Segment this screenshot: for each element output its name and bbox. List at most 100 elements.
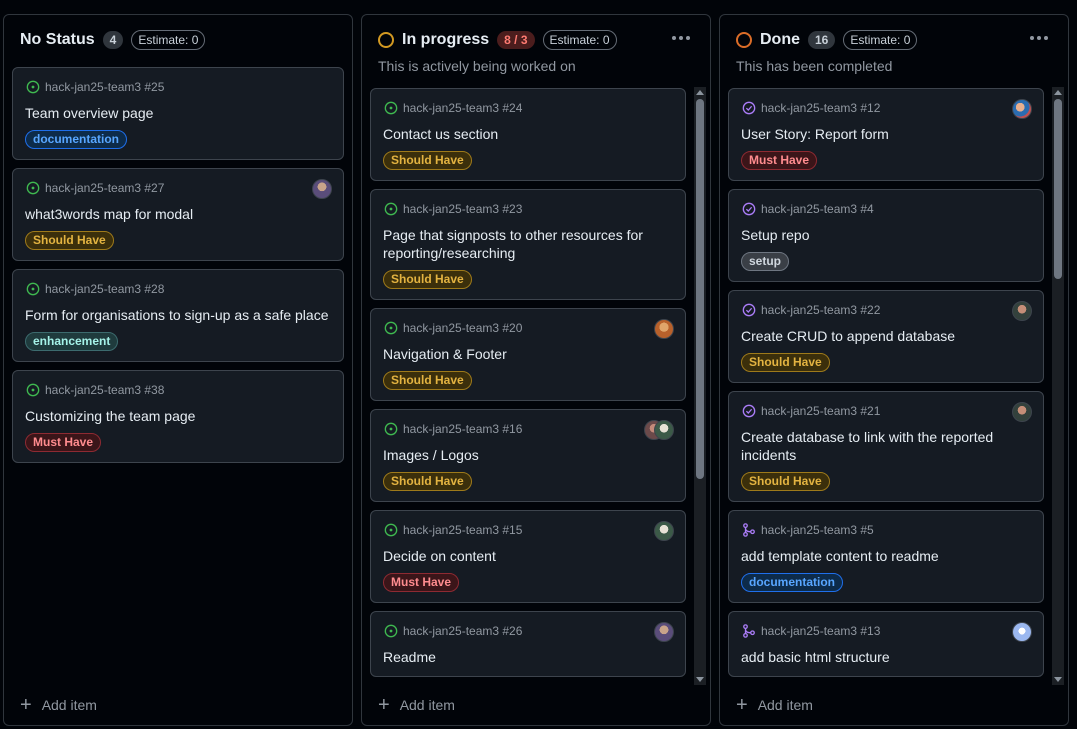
issue-title[interactable]: what3words map for modal (25, 205, 331, 223)
issue-reference[interactable]: hack-jan25-team3 #38 (45, 383, 164, 397)
column-menu-button[interactable] (668, 27, 694, 49)
open-issue-icon (383, 623, 399, 639)
assignee-avatars[interactable] (644, 420, 674, 440)
label-should-have[interactable]: Should Have (741, 472, 830, 491)
issue-title[interactable]: Decide on content (383, 547, 673, 565)
issue-reference[interactable]: hack-jan25-team3 #28 (45, 282, 164, 296)
merged-pull-request-icon (741, 623, 757, 639)
label-should-have[interactable]: Should Have (383, 472, 472, 491)
issue-card[interactable]: hack-jan25-team3 #23 Page that signposts… (370, 189, 686, 300)
issue-title[interactable]: Create database to link with the reporte… (741, 428, 1031, 464)
issue-reference[interactable]: hack-jan25-team3 #25 (45, 80, 164, 94)
open-issue-icon (383, 201, 399, 217)
column-scrollbar[interactable] (694, 87, 706, 685)
issue-card[interactable]: hack-jan25-team3 #20 Navigation & Footer… (370, 308, 686, 401)
issue-card[interactable]: hack-jan25-team3 #38 Customizing the tea… (12, 370, 344, 463)
add-item-button[interactable]: + Add item (736, 695, 813, 715)
item-count-badge: 8 / 3 (497, 31, 535, 49)
column-title: In progress (402, 31, 490, 48)
issue-title[interactable]: Customizing the team page (25, 407, 331, 425)
issue-card[interactable]: hack-jan25-team3 #24 Contact us section … (370, 88, 686, 181)
issue-reference[interactable]: hack-jan25-team3 #5 (761, 523, 874, 537)
issue-reference[interactable]: hack-jan25-team3 #4 (761, 202, 874, 216)
issue-card[interactable]: hack-jan25-team3 #25 Team overview page … (12, 67, 344, 160)
issue-card[interactable]: hack-jan25-team3 #26 Readme (370, 611, 686, 677)
closed-issue-icon (741, 403, 757, 419)
issue-card[interactable]: hack-jan25-team3 #15 Decide on content M… (370, 510, 686, 603)
scroll-thumb[interactable] (696, 99, 704, 479)
issue-title[interactable]: User Story: Report form (741, 125, 1031, 143)
issue-card[interactable]: hack-jan25-team3 #13 add basic html stru… (728, 611, 1044, 677)
issue-title[interactable]: add template content to readme (741, 547, 1031, 565)
issue-title[interactable]: add basic html structure (741, 648, 1031, 666)
issue-reference[interactable]: hack-jan25-team3 #23 (403, 202, 522, 216)
issue-title[interactable]: Navigation & Footer (383, 345, 673, 363)
scroll-up-arrow-icon[interactable] (1054, 90, 1062, 95)
assignee-avatar[interactable] (654, 420, 674, 440)
assignee-avatar[interactable] (1012, 99, 1032, 119)
issue-card[interactable]: hack-jan25-team3 #21 Create database to … (728, 391, 1044, 502)
done-status-icon (736, 32, 752, 48)
issue-reference[interactable]: hack-jan25-team3 #22 (761, 303, 880, 317)
issue-reference[interactable]: hack-jan25-team3 #16 (403, 422, 522, 436)
scroll-down-arrow-icon[interactable] (696, 677, 704, 682)
label-should-have[interactable]: Should Have (741, 353, 830, 372)
assignee-avatar[interactable] (1012, 622, 1032, 642)
issue-reference[interactable]: hack-jan25-team3 #27 (45, 181, 164, 195)
issue-reference[interactable]: hack-jan25-team3 #24 (403, 101, 522, 115)
issue-card[interactable]: hack-jan25-team3 #4 Setup repo setup (728, 189, 1044, 282)
add-item-button[interactable]: + Add item (378, 695, 455, 715)
item-count-badge: 16 (808, 31, 836, 49)
issue-title[interactable]: Team overview page (25, 104, 331, 122)
scroll-down-arrow-icon[interactable] (1054, 677, 1062, 682)
issue-reference[interactable]: hack-jan25-team3 #26 (403, 624, 522, 638)
assignee-avatar[interactable] (1012, 402, 1032, 422)
issue-reference[interactable]: hack-jan25-team3 #15 (403, 523, 522, 537)
label-documentation[interactable]: documentation (25, 130, 127, 149)
issue-card[interactable]: hack-jan25-team3 #27 what3words map for … (12, 168, 344, 261)
assignee-avatar[interactable] (654, 319, 674, 339)
open-issue-icon (25, 79, 41, 95)
issue-title[interactable]: Create CRUD to append database (741, 327, 1031, 345)
open-issue-icon (383, 320, 399, 336)
issue-card[interactable]: hack-jan25-team3 #22 Create CRUD to appe… (728, 290, 1044, 383)
issue-title[interactable]: Setup repo (741, 226, 1031, 244)
assignee-avatar[interactable] (654, 622, 674, 642)
issue-reference[interactable]: hack-jan25-team3 #12 (761, 101, 880, 115)
scroll-thumb[interactable] (1054, 99, 1062, 279)
issue-card[interactable]: hack-jan25-team3 #28 Form for organisati… (12, 269, 344, 362)
issue-title[interactable]: Contact us section (383, 125, 673, 143)
open-issue-icon (25, 180, 41, 196)
issue-title[interactable]: Images / Logos (383, 446, 673, 464)
label-setup[interactable]: setup (741, 252, 790, 271)
label-should-have[interactable]: Should Have (383, 270, 472, 289)
add-item-button[interactable]: + Add item (20, 695, 97, 715)
scroll-up-arrow-icon[interactable] (696, 90, 704, 95)
issue-reference[interactable]: hack-jan25-team3 #13 (761, 624, 880, 638)
label-documentation[interactable]: documentation (741, 573, 843, 592)
issue-card[interactable]: hack-jan25-team3 #12 User Story: Report … (728, 88, 1044, 181)
assignee-avatar[interactable] (312, 179, 332, 199)
issue-reference[interactable]: hack-jan25-team3 #20 (403, 321, 522, 335)
issue-reference[interactable]: hack-jan25-team3 #21 (761, 404, 880, 418)
plus-icon: + (736, 694, 748, 716)
assignee-avatar[interactable] (654, 521, 674, 541)
label-must-have[interactable]: Must Have (741, 151, 818, 170)
label-must-have[interactable]: Must Have (25, 433, 102, 452)
label-enhancement[interactable]: enhancement (25, 332, 119, 351)
column-description: This has been completed (736, 58, 893, 74)
open-issue-icon (383, 522, 399, 538)
label-should-have[interactable]: Should Have (383, 371, 472, 390)
issue-card[interactable]: hack-jan25-team3 #5 add template content… (728, 510, 1044, 603)
card-list: hack-jan25-team3 #25 Team overview page … (12, 67, 344, 685)
label-should-have[interactable]: Should Have (25, 231, 114, 250)
issue-title[interactable]: Page that signposts to other resources f… (383, 226, 673, 262)
issue-title[interactable]: Form for organisations to sign-up as a s… (25, 306, 331, 324)
column-scrollbar[interactable] (1052, 87, 1064, 685)
label-should-have[interactable]: Should Have (383, 151, 472, 170)
assignee-avatar[interactable] (1012, 301, 1032, 321)
column-menu-button[interactable] (1026, 27, 1052, 49)
issue-title[interactable]: Readme (383, 648, 673, 666)
issue-card[interactable]: hack-jan25-team3 #16 Images / Logos Shou… (370, 409, 686, 502)
label-must-have[interactable]: Must Have (383, 573, 460, 592)
